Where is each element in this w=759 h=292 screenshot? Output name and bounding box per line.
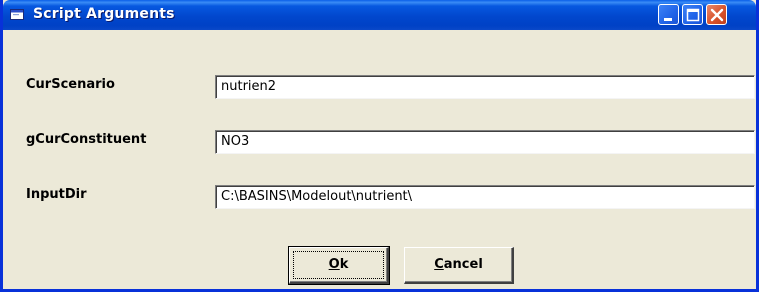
maximize-icon (686, 8, 700, 22)
minimize-button[interactable] (658, 4, 679, 25)
close-button[interactable] (706, 4, 727, 25)
ok-button[interactable]: Ok (288, 246, 390, 285)
cur-scenario-label: CurScenario (26, 77, 115, 92)
window-title: Script Arguments (33, 6, 175, 22)
cur-scenario-input[interactable]: nutrien2 (215, 75, 755, 99)
cancel-button-mnemonic: C (434, 257, 444, 272)
cancel-button-label: ancel (443, 257, 483, 272)
minimize-icon (664, 18, 672, 21)
script-arguments-dialog: Script Arguments CurScenario nutrien2 gC… (0, 0, 759, 292)
cur-constituent-label: gCurConstituent (26, 132, 147, 147)
input-dir-label: InputDir (26, 187, 87, 202)
cur-constituent-input[interactable]: NO3 (215, 130, 755, 154)
input-dir-input[interactable]: C:\BASINS\Modelout\nutrient\ (215, 185, 755, 209)
maximize-button[interactable] (682, 4, 703, 25)
app-window-icon (10, 9, 24, 20)
cancel-button[interactable]: Cancel (404, 247, 514, 284)
focus-rectangle (293, 251, 384, 279)
title-bar[interactable]: Script Arguments (3, 0, 756, 30)
close-icon (710, 8, 724, 22)
